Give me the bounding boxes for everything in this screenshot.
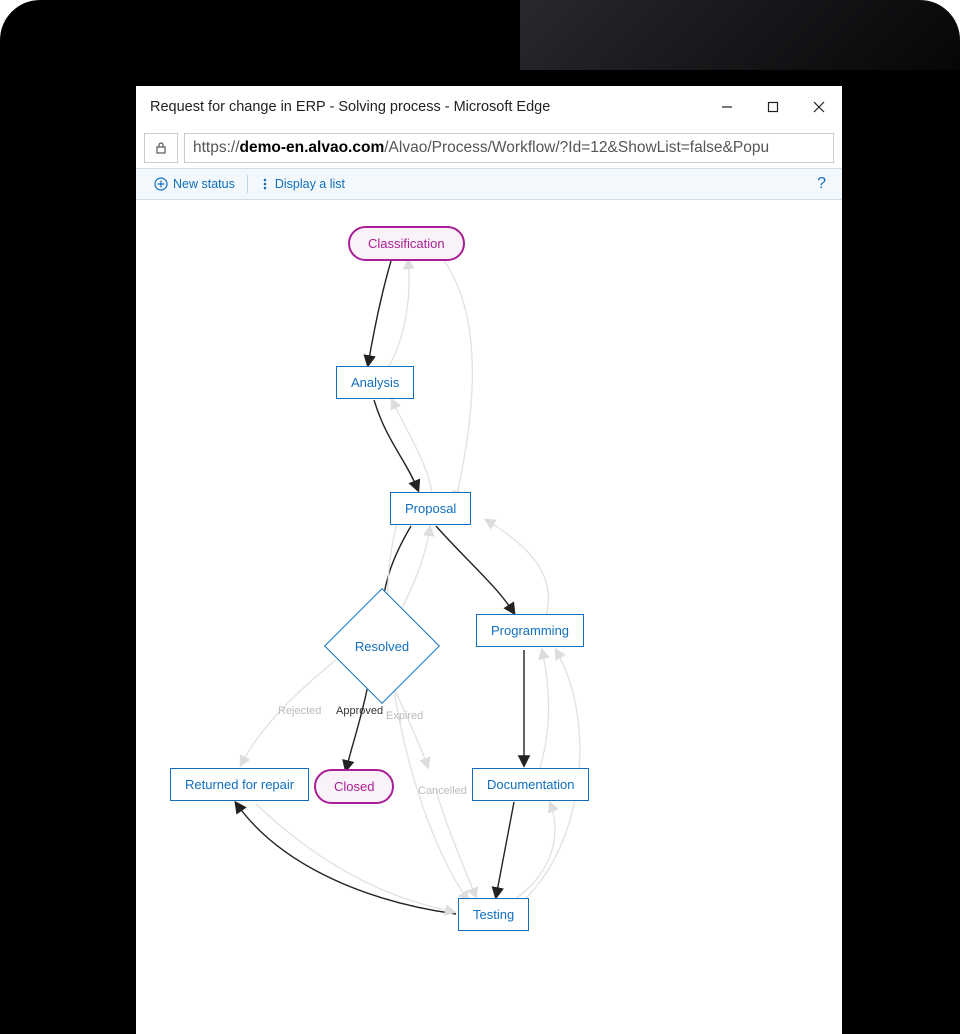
site-info-button[interactable]	[144, 133, 178, 163]
node-returned-for-repair[interactable]: Returned for repair	[170, 768, 309, 801]
node-proposal[interactable]: Proposal	[390, 492, 471, 525]
node-label: Documentation	[487, 777, 574, 792]
new-status-button[interactable]: New status	[146, 177, 243, 191]
url-path: /Alvao/Process/Workflow/?Id=12&ShowList=…	[384, 139, 769, 157]
minimize-button[interactable]	[704, 86, 750, 128]
browser-screen: Request for change in ERP - Solving proc…	[136, 86, 842, 1034]
close-button[interactable]	[796, 86, 842, 128]
maximize-button[interactable]	[750, 86, 796, 128]
maximize-icon	[767, 101, 779, 113]
node-closed[interactable]: Closed	[314, 769, 394, 804]
app-toolbar: New status Display a list ?	[136, 168, 842, 200]
close-icon	[813, 101, 825, 113]
node-classification[interactable]: Classification	[348, 226, 465, 261]
window-title: Request for change in ERP - Solving proc…	[150, 99, 550, 115]
edge-label-expired: Expired	[384, 710, 425, 722]
url-proto: https://	[193, 139, 240, 157]
address-bar: https://demo-en.alvao.com/Alvao/Process/…	[136, 128, 842, 168]
workflow-canvas[interactable]: Classification Analysis Proposal Resolve…	[136, 200, 842, 1034]
node-documentation[interactable]: Documentation	[472, 768, 589, 801]
node-resolved[interactable]: Resolved	[341, 605, 423, 687]
help-icon: ?	[817, 175, 826, 192]
new-status-label: New status	[173, 177, 235, 191]
node-label: Testing	[473, 907, 514, 922]
node-label: Classification	[368, 236, 445, 251]
help-button[interactable]: ?	[811, 175, 832, 193]
edge-label-rejected: Rejected	[276, 705, 323, 717]
node-label: Proposal	[405, 501, 456, 516]
node-label: Returned for repair	[185, 777, 294, 792]
minimize-icon	[721, 101, 733, 113]
device-glare	[520, 0, 960, 70]
edge-label-approved: Approved	[334, 705, 385, 717]
lock-icon	[154, 141, 168, 155]
node-analysis[interactable]: Analysis	[336, 366, 414, 399]
window-titlebar: Request for change in ERP - Solving proc…	[136, 86, 842, 128]
url-input[interactable]: https://demo-en.alvao.com/Alvao/Process/…	[184, 133, 834, 163]
toolbar-separator	[247, 175, 248, 193]
display-list-label: Display a list	[275, 177, 345, 191]
plus-circle-icon	[154, 177, 168, 191]
node-label: Programming	[491, 623, 569, 638]
display-list-button[interactable]: Display a list	[252, 177, 353, 191]
list-toggle-icon	[260, 177, 270, 191]
node-testing[interactable]: Testing	[458, 898, 529, 931]
node-programming[interactable]: Programming	[476, 614, 584, 647]
node-label: Resolved	[355, 639, 409, 654]
edge-label-cancelled: Cancelled	[416, 785, 469, 797]
device-frame: Request for change in ERP - Solving proc…	[0, 0, 960, 1034]
url-host: demo-en.alvao.com	[240, 139, 385, 157]
node-label: Analysis	[351, 375, 399, 390]
node-label: Closed	[334, 779, 374, 794]
window-controls	[704, 86, 842, 128]
